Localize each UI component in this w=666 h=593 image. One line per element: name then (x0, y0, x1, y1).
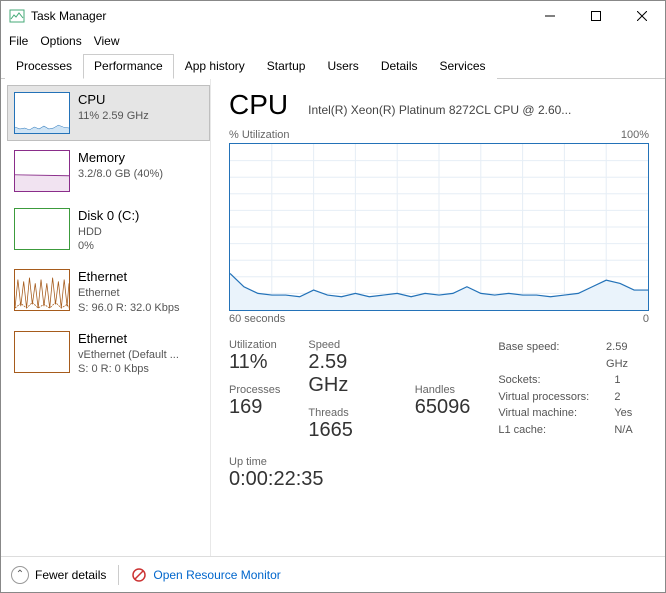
window-controls (527, 1, 665, 31)
processes-value: 169 (229, 396, 280, 419)
window-title: Task Manager (31, 9, 527, 23)
titlebar: Task Manager (1, 1, 665, 31)
chevron-up-icon: ⌃ (11, 566, 29, 584)
chart-xright: 0 (643, 313, 649, 325)
minimize-button[interactable] (527, 1, 573, 31)
tab-processes[interactable]: Processes (5, 54, 83, 79)
chart-ymax: 100% (621, 129, 649, 141)
menu-options[interactable]: Options (40, 34, 81, 48)
vm-key: Virtual machine: (498, 405, 608, 422)
footer-divider (118, 565, 119, 585)
cpu-model: Intel(R) Xeon(R) Platinum 8272CL CPU @ 2… (308, 103, 649, 117)
menu-file[interactable]: File (9, 34, 28, 48)
memory-sparkline (14, 150, 70, 192)
tab-performance[interactable]: Performance (83, 54, 174, 79)
tab-startup[interactable]: Startup (256, 54, 317, 79)
sidebar-cpu-title: CPU (78, 92, 149, 109)
content: CPU 11% 2.59 GHz Memory 3.2/8.0 GB (40%)… (1, 79, 665, 556)
sidebar-item-ethernet2[interactable]: Ethernet vEthernet (Default ... S: 0 R: … (7, 324, 210, 383)
sockets-key: Sockets: (498, 372, 608, 389)
sidebar-memory-sub: 3.2/8.0 GB (40%) (78, 167, 163, 181)
vproc-key: Virtual processors: (498, 389, 608, 406)
uptime-value: 0:00:22:35 (229, 468, 649, 491)
sidebar-cpu-sub: 11% 2.59 GHz (78, 109, 149, 123)
handles-label: Handles (415, 384, 471, 396)
chart-xleft: 60 seconds (229, 313, 285, 325)
l1-val: N/A (614, 422, 632, 439)
taskmgr-icon (9, 8, 25, 24)
uptime-label: Up time (229, 456, 649, 468)
threads-value: 1665 (308, 419, 386, 442)
l1-key: L1 cache: (498, 422, 608, 439)
close-button[interactable] (619, 1, 665, 31)
main-panel: CPU Intel(R) Xeon(R) Platinum 8272CL CPU… (211, 79, 665, 556)
vproc-val: 2 (614, 389, 620, 406)
vm-val: Yes (614, 405, 632, 422)
utilization-label: Utilization (229, 339, 280, 351)
sidebar-eth1-sub1: Ethernet (78, 286, 180, 300)
tab-app-history[interactable]: App history (174, 54, 256, 79)
sidebar-item-disk0[interactable]: Disk 0 (C:) HDD 0% (7, 201, 210, 260)
page-title: CPU (229, 89, 288, 121)
resmon-label: Open Resource Monitor (153, 568, 280, 582)
sidebar-eth2-sub2: S: 0 R: 0 Kbps (78, 362, 179, 376)
speed-value: 2.59 GHz (308, 351, 386, 397)
tab-services[interactable]: Services (429, 54, 497, 79)
base-speed-val: 2.59 GHz (606, 339, 649, 372)
resmon-icon (131, 567, 147, 583)
tab-details[interactable]: Details (370, 54, 429, 79)
sidebar-eth2-title: Ethernet (78, 331, 179, 348)
threads-label: Threads (308, 407, 386, 419)
cpu-sparkline (14, 92, 70, 134)
fewer-details-button[interactable]: ⌃ Fewer details (11, 566, 106, 584)
sidebar-eth1-sub2: S: 96.0 R: 32.0 Kbps (78, 301, 180, 315)
sidebar-item-ethernet1[interactable]: Ethernet Ethernet S: 96.0 R: 32.0 Kbps (7, 262, 210, 321)
sidebar-memory-title: Memory (78, 150, 163, 167)
menubar: File Options View (1, 31, 665, 51)
base-speed-key: Base speed: (498, 339, 600, 372)
speed-label: Speed (308, 339, 386, 351)
sidebar-eth2-sub1: vEthernet (Default ... (78, 348, 179, 362)
sidebar-disk-sub2: 0% (78, 239, 139, 253)
chart-ylabel: % Utilization (229, 129, 290, 141)
disk-sparkline (14, 208, 70, 250)
sidebar-item-cpu[interactable]: CPU 11% 2.59 GHz (7, 85, 210, 141)
eth1-sparkline (14, 269, 70, 311)
tab-users[interactable]: Users (316, 54, 369, 79)
menu-view[interactable]: View (94, 34, 120, 48)
sidebar-disk-title: Disk 0 (C:) (78, 208, 139, 225)
open-resource-monitor-link[interactable]: Open Resource Monitor (131, 567, 280, 583)
sockets-val: 1 (614, 372, 620, 389)
processes-label: Processes (229, 384, 280, 396)
footer: ⌃ Fewer details Open Resource Monitor (1, 556, 665, 592)
eth2-sparkline (14, 331, 70, 373)
handles-value: 65096 (415, 396, 471, 419)
utilization-chart[interactable] (229, 143, 649, 311)
sidebar-item-memory[interactable]: Memory 3.2/8.0 GB (40%) (7, 143, 210, 199)
maximize-button[interactable] (573, 1, 619, 31)
sidebar-disk-sub1: HDD (78, 225, 139, 239)
sidebar: CPU 11% 2.59 GHz Memory 3.2/8.0 GB (40%)… (1, 79, 211, 556)
tab-strip: Processes Performance App history Startu… (1, 53, 665, 79)
fewer-details-label: Fewer details (35, 568, 106, 582)
utilization-value: 11% (229, 351, 280, 374)
sidebar-eth1-title: Ethernet (78, 269, 180, 286)
